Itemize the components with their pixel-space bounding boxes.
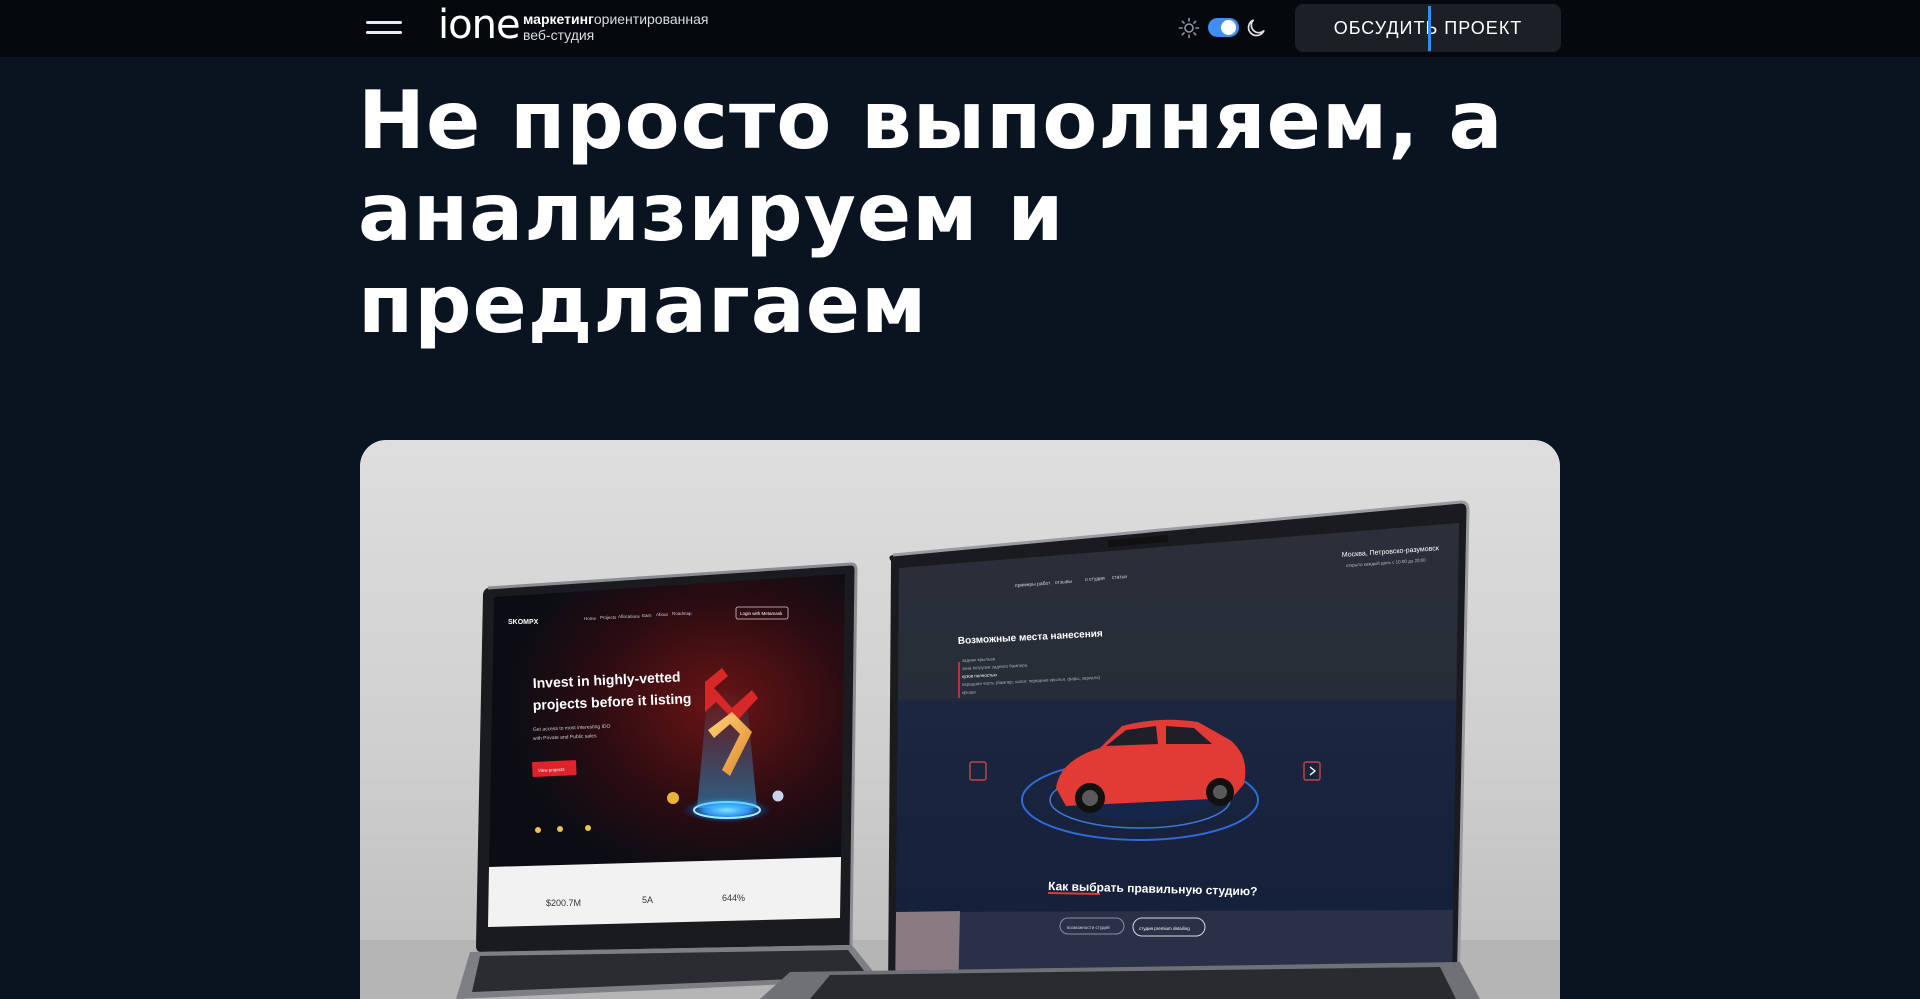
left-login-button: Login with Metamask xyxy=(740,611,783,616)
left-laptop: SKOMPX Home Projects Allocations Earn Ab… xyxy=(456,562,880,999)
right-list-5: крыша xyxy=(962,689,977,695)
sun-icon[interactable] xyxy=(1178,17,1200,39)
right-btn-2: студия premium detailing xyxy=(1139,926,1190,931)
logo-tagline: маркетингориентированная веб-студия xyxy=(523,11,709,43)
text-cursor xyxy=(1428,6,1431,51)
left-screen xyxy=(489,574,845,867)
tagline-line1: ориентированная xyxy=(593,11,709,27)
left-nav-projects: Projects xyxy=(600,615,617,620)
tagline-bold: маркетинг xyxy=(523,11,594,27)
top-navigation-bar: ione маркетингориентированная веб-студия… xyxy=(0,0,1920,57)
left-stat-1: $200.7M xyxy=(546,898,581,908)
portfolio-showcase-image: SKOMPX Home Projects Allocations Earn Ab… xyxy=(360,440,1560,999)
left-nav-allocations: Allocations xyxy=(618,614,641,619)
laptops-illustration: SKOMPX Home Projects Allocations Earn Ab… xyxy=(360,500,1560,999)
left-brand: SKOMPX xyxy=(508,619,539,626)
logo[interactable]: ione xyxy=(438,1,521,49)
theme-toggle[interactable] xyxy=(1208,18,1239,37)
hamburger-menu-icon[interactable] xyxy=(366,19,406,39)
left-nav-home: Home xyxy=(584,616,597,621)
right-laptop: примеры работ отзывы о студии статьи Мос… xyxy=(760,500,1480,999)
toggle-knob xyxy=(1221,20,1236,35)
left-stat-2: 5A xyxy=(642,895,653,905)
right-screen xyxy=(896,523,1459,912)
left-nav-roadmap: Roadmap xyxy=(672,611,692,616)
left-nav-earn: Earn xyxy=(642,613,652,618)
right-nav-articles: статьи xyxy=(1112,574,1128,581)
headline-line-1: Не просто выполняем, а xyxy=(358,74,1504,167)
headline-line-2: анализируем и предлагаем xyxy=(358,166,1065,351)
right-btn-1: возможности студий xyxy=(1067,924,1110,930)
left-stat-3: 644% xyxy=(722,893,745,903)
theme-switcher xyxy=(1178,14,1268,42)
left-nav-about: About xyxy=(656,612,669,617)
page-title: Не просто выполняем, а анализируем и пре… xyxy=(358,75,1558,351)
tagline-line2: веб-студия xyxy=(523,27,595,43)
moon-icon[interactable] xyxy=(1245,17,1267,39)
right-nav-reviews: отзывы xyxy=(1055,579,1073,586)
